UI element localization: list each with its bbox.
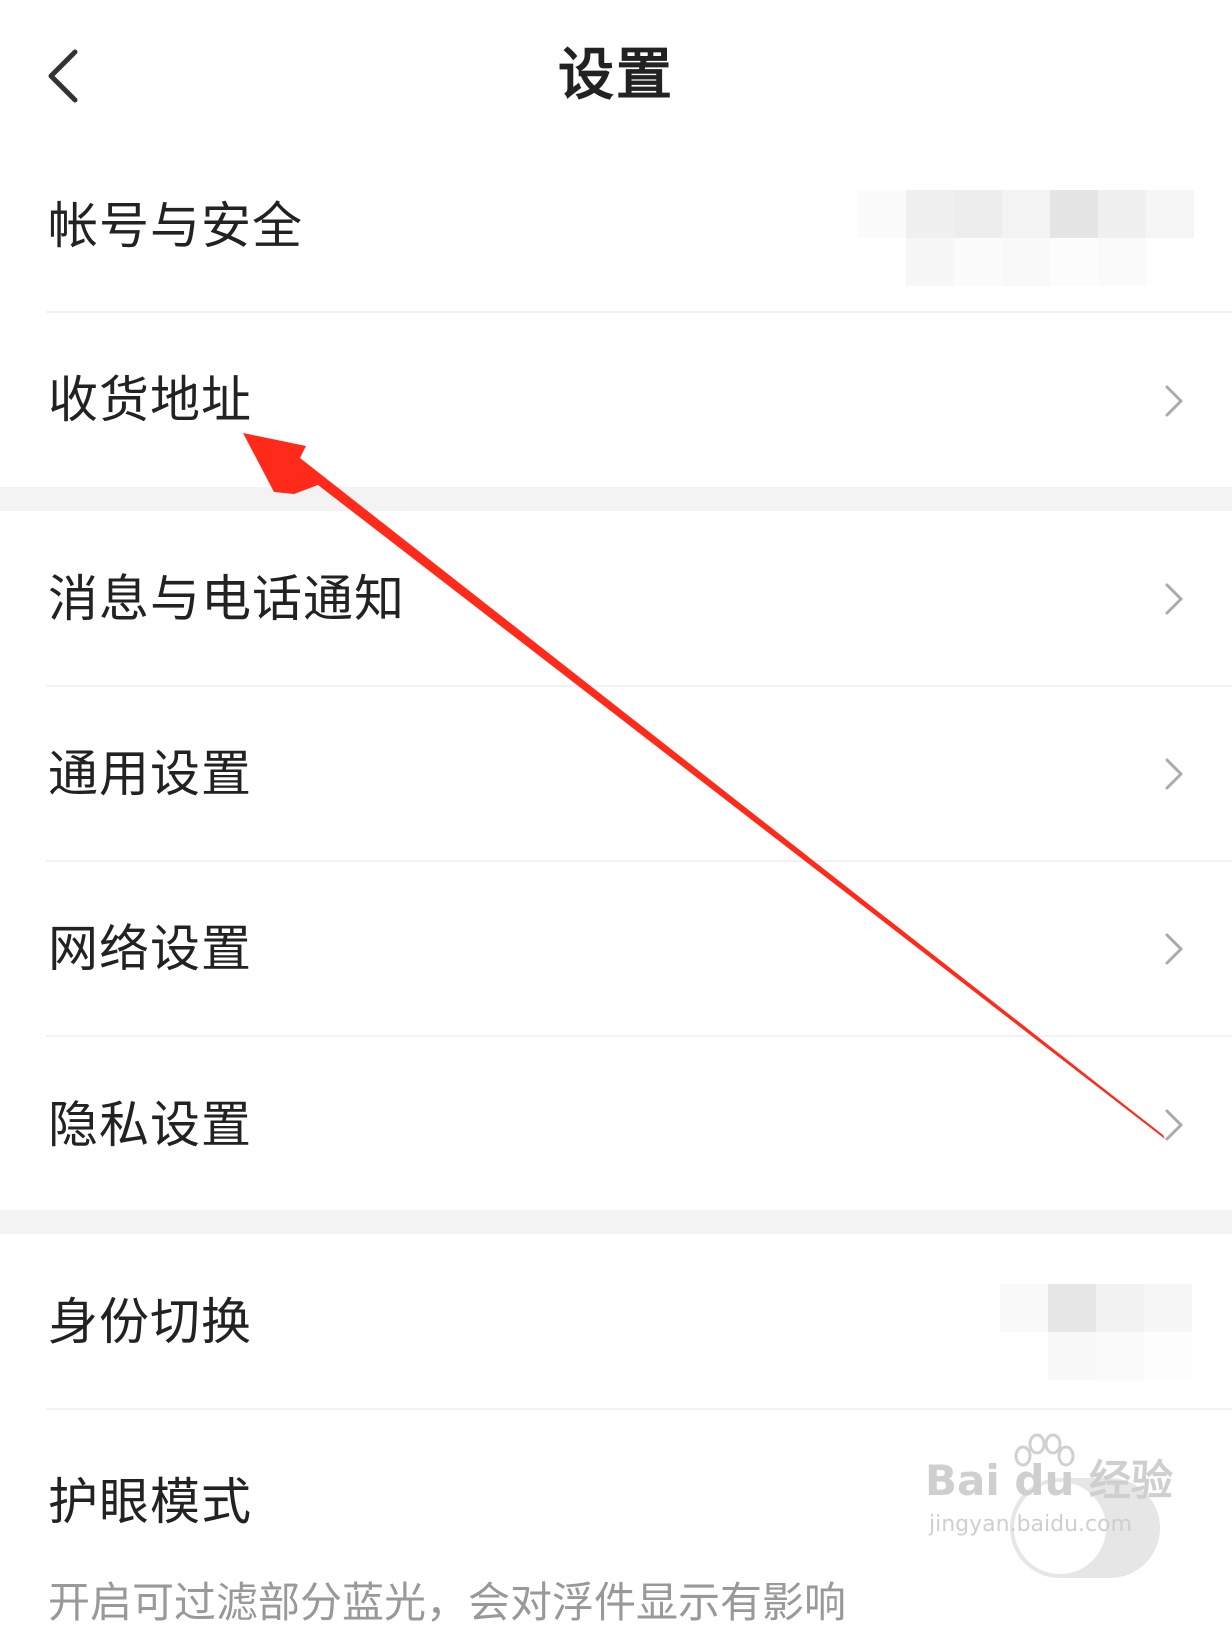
settings-item-label: 护眼模式: [48, 1473, 252, 1531]
header-bar: 设置: [0, 0, 1232, 150]
settings-item-label: 消息与电话通知: [48, 570, 405, 628]
settings-item-label: 通用设置: [48, 745, 252, 803]
settings-item-privacy[interactable]: 隐私设置: [0, 1037, 1232, 1210]
settings-item-network[interactable]: 网络设置: [0, 862, 1232, 1035]
chevron-right-icon: [1165, 933, 1183, 965]
account-value-blurred: [858, 190, 1194, 286]
settings-item-account-security[interactable]: 帐号与安全: [0, 140, 1232, 312]
section-separator: [0, 1210, 1232, 1234]
settings-item-label: 帐号与安全: [48, 197, 303, 255]
settings-item-notifications[interactable]: 消息与电话通知: [0, 511, 1232, 685]
settings-item-label: 收货地址: [48, 371, 252, 429]
chevron-right-icon: [1165, 583, 1183, 615]
eye-protection-description: 开启可过滤部分蓝光，会对浮件显示有影响: [48, 1578, 847, 1627]
watermark-brand: Bai du 经验: [925, 1456, 1173, 1505]
watermark-url: jingyan.baidu.com: [929, 1512, 1133, 1537]
identity-value-blurred: [1000, 1284, 1192, 1380]
settings-item-identity-switch[interactable]: 身份切换: [0, 1234, 1232, 1408]
settings-item-label: 网络设置: [48, 920, 252, 978]
chevron-right-icon: [1165, 758, 1183, 790]
chevron-right-icon: [1165, 1109, 1183, 1141]
settings-item-label: 身份切换: [48, 1293, 252, 1351]
chevron-right-icon: [1165, 385, 1183, 417]
section-separator: [0, 487, 1232, 511]
baidu-watermark: Bai du 经验 jingyan.baidu.com: [925, 1433, 1173, 1546]
settings-item-label: 隐私设置: [48, 1096, 252, 1154]
settings-item-shipping-address[interactable]: 收货地址: [0, 313, 1232, 487]
page-title: 设置: [558, 43, 674, 108]
settings-item-general[interactable]: 通用设置: [0, 687, 1232, 860]
